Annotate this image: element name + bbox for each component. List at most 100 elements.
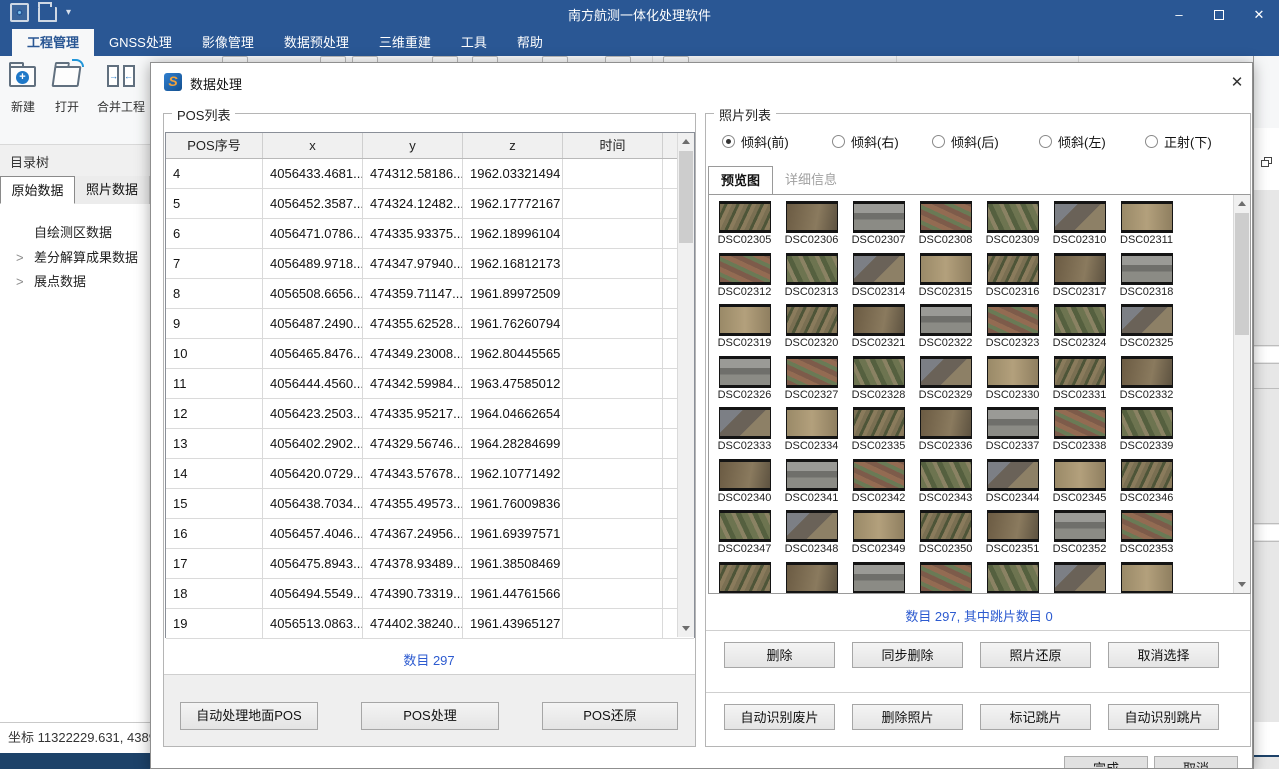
maximize-button[interactable] [1199,0,1239,29]
dialog-close-icon[interactable]: ✕ [1223,71,1251,95]
photo-item-partial[interactable] [778,558,845,595]
photo-button-删除[interactable]: 删除 [724,642,835,668]
ribbon-tab-帮助[interactable]: 帮助 [502,29,558,56]
photo-item[interactable]: DSC02353 [1113,506,1180,558]
ribbon-tab-数据预处理[interactable]: 数据预处理 [269,29,364,56]
chevron-right-icon[interactable]: > [16,271,24,293]
chevron-right-icon[interactable]: > [16,247,24,269]
pos-column-header-时间[interactable]: 时间 [563,133,663,158]
photo-item[interactable]: DSC02328 [845,352,912,404]
new-project-button[interactable]: + 新建 [8,62,38,115]
radio-倾斜(左)[interactable]: 倾斜(左) [1039,132,1106,151]
photo-item[interactable]: DSC02329 [912,352,979,404]
photo-item[interactable]: DSC02337 [979,403,1046,455]
photo-item[interactable]: DSC02318 [1113,249,1180,301]
radio-倾斜(前)[interactable]: 倾斜(前) [722,132,789,151]
scroll-down-icon[interactable] [678,620,694,637]
photo-item[interactable]: DSC02323 [979,300,1046,352]
photo-item[interactable]: DSC02346 [1113,455,1180,507]
photo-item[interactable]: DSC02338 [1046,403,1113,455]
photo-item[interactable]: DSC02348 [778,506,845,558]
photo-item[interactable]: DSC02351 [979,506,1046,558]
photo-item[interactable]: DSC02339 [1113,403,1180,455]
photo-button-照片还原[interactable]: 照片还原 [980,642,1091,668]
photo-item-partial[interactable] [979,558,1046,595]
photo-item[interactable]: DSC02307 [845,197,912,249]
photo-item-partial[interactable] [1113,558,1180,595]
photo-item[interactable]: DSC02320 [778,300,845,352]
tree-item-差分解算成果数据[interactable]: >差分解算成果数据 [0,247,150,269]
photo-item[interactable]: DSC02324 [1046,300,1113,352]
photo-button-同步删除[interactable]: 同步删除 [852,642,963,668]
pos-table-row[interactable]: 54056452.3587...474324.12482...1962.1777… [166,189,694,219]
pos-table-scrollbar[interactable] [677,133,694,637]
pos-process-button[interactable]: POS处理 [361,702,499,730]
merge-project-button[interactable]: →← 合并工程 [97,62,145,115]
cancel-button[interactable]: 取消 [1154,756,1238,769]
photo-item[interactable]: DSC02310 [1046,197,1113,249]
scrollbar-thumb[interactable] [1235,213,1249,335]
pos-table-row[interactable]: 44056433.4681...474312.58186...1962.0332… [166,159,694,189]
sidebar-tab-照片数据[interactable]: 照片数据 [75,176,150,204]
photo-item[interactable]: DSC02312 [711,249,778,301]
photo-item[interactable]: DSC02330 [979,352,1046,404]
tree-item-自绘测区数据[interactable]: 自绘测区数据 [0,222,150,244]
photo-item[interactable]: DSC02350 [912,506,979,558]
pos-table-row[interactable]: 104056465.8476...474349.23008...1962.804… [166,339,694,369]
pos-table-row[interactable]: 74056489.9718...474347.97940...1962.1681… [166,249,694,279]
pos-table-row[interactable]: 84056508.6656...474359.71147...1961.8997… [166,279,694,309]
radio-倾斜(后)[interactable]: 倾斜(后) [932,132,999,151]
photo-button-标记跳片[interactable]: 标记跳片 [980,704,1091,730]
photo-button-自动识别废片[interactable]: 自动识别废片 [724,704,835,730]
ribbon-tab-影像管理[interactable]: 影像管理 [187,29,269,56]
photo-item[interactable]: DSC02345 [1046,455,1113,507]
pos-table-row[interactable]: 94056487.2490...474355.62528...1961.7626… [166,309,694,339]
photo-item[interactable]: DSC02311 [1113,197,1180,249]
pos-table-row[interactable]: 124056423.2503...474335.95217...1964.046… [166,399,694,429]
pos-table-row[interactable]: 174056475.8943...474378.93489...1961.385… [166,549,694,579]
open-project-button[interactable]: 打开 [52,62,82,115]
photo-item[interactable]: DSC02316 [979,249,1046,301]
photo-item[interactable]: DSC02319 [711,300,778,352]
photo-item[interactable]: DSC02333 [711,403,778,455]
photo-item[interactable]: DSC02306 [778,197,845,249]
sidebar-tab-原始数据[interactable]: 原始数据 [0,176,75,204]
pos-table-row[interactable]: 114056444.4560...474342.59984...1963.475… [166,369,694,399]
pos-column-header-y[interactable]: y [363,133,463,158]
radio-倾斜(右)[interactable]: 倾斜(右) [832,132,899,151]
photo-button-自动识别跳片[interactable]: 自动识别跳片 [1108,704,1219,730]
pos-table-row[interactable]: 184056494.5549...474390.73319...1961.447… [166,579,694,609]
photo-item[interactable]: DSC02342 [845,455,912,507]
photo-item[interactable]: DSC02315 [912,249,979,301]
photo-item[interactable]: DSC02322 [912,300,979,352]
photo-item[interactable]: DSC02321 [845,300,912,352]
photo-item[interactable]: DSC02309 [979,197,1046,249]
photo-item[interactable]: DSC02349 [845,506,912,558]
tree-item-展点数据[interactable]: >展点数据 [0,271,150,293]
pos-column-header-z[interactable]: z [463,133,563,158]
finish-button[interactable]: 完成 [1064,756,1148,769]
ribbon-tab-工具[interactable]: 工具 [446,29,502,56]
photo-grid-scrollbar[interactable] [1233,195,1250,593]
pos-column-header-POS序号[interactable]: POS序号 [166,133,263,158]
photo-item[interactable]: DSC02343 [912,455,979,507]
photo-item[interactable]: DSC02344 [979,455,1046,507]
photo-item[interactable]: DSC02347 [711,506,778,558]
photo-item[interactable]: DSC02352 [1046,506,1113,558]
photo-item[interactable]: DSC02334 [778,403,845,455]
scroll-down-icon[interactable] [1234,576,1250,593]
photo-item[interactable]: DSC02335 [845,403,912,455]
pos-table-row[interactable]: 154056438.7034...474355.49573...1961.760… [166,489,694,519]
photo-tab-预览图[interactable]: 预览图 [708,166,773,194]
minimize-button[interactable]: – [1159,0,1199,29]
scroll-up-icon[interactable] [1234,195,1250,212]
photo-item[interactable]: DSC02317 [1046,249,1113,301]
photo-tab-详细信息[interactable]: 详细信息 [773,166,849,194]
restore-pane-icon[interactable] [1261,157,1272,167]
photo-item[interactable]: DSC02340 [711,455,778,507]
photo-button-删除照片[interactable]: 删除照片 [852,704,963,730]
pos-table-row[interactable]: 134056402.2902...474329.56746...1964.282… [166,429,694,459]
photo-item[interactable]: DSC02305 [711,197,778,249]
photo-item[interactable]: DSC02308 [912,197,979,249]
photo-item[interactable]: DSC02336 [912,403,979,455]
